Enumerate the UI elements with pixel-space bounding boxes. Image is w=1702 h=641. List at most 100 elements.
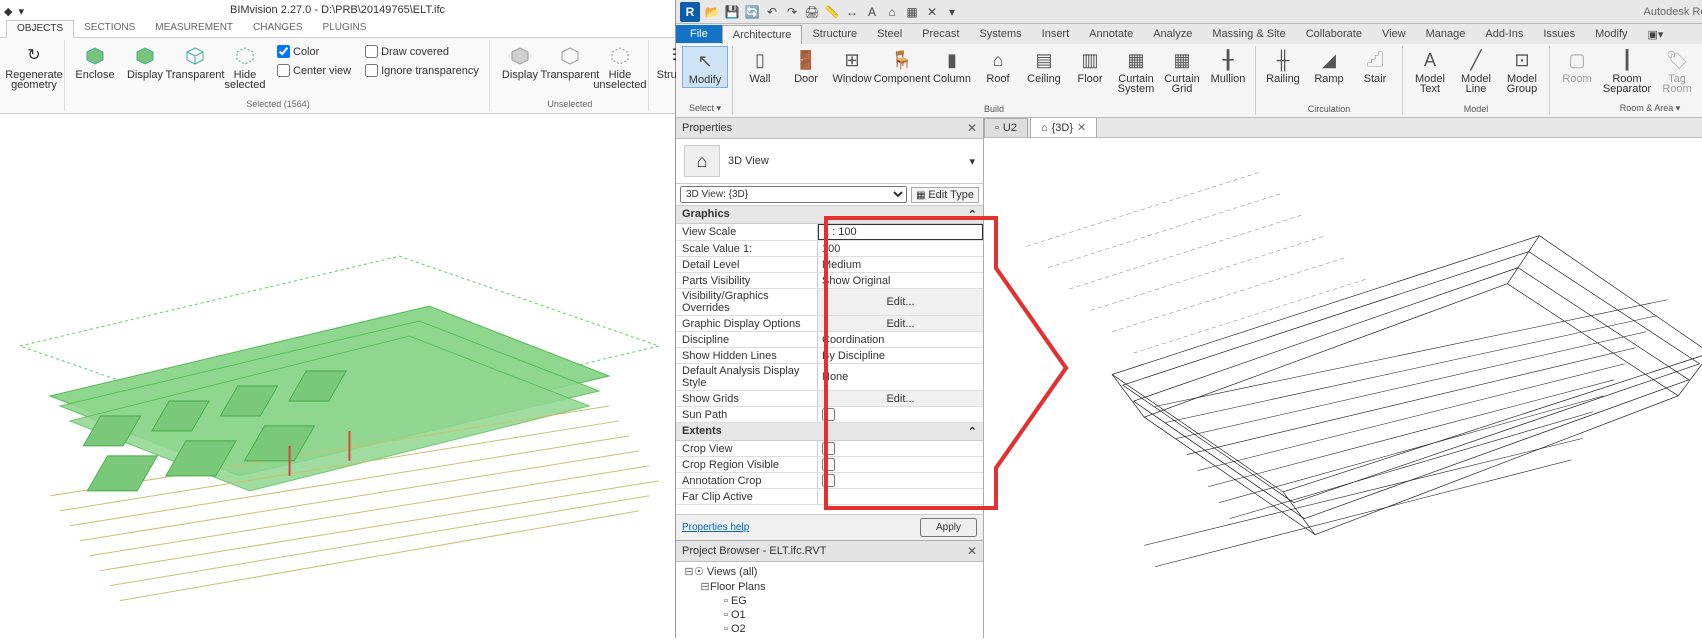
menu-addins[interactable]: Add-Ins — [1475, 25, 1533, 43]
curtainsys-button[interactable]: ▦Curtain System — [1113, 46, 1159, 96]
ramp-button[interactable]: ◢Ramp — [1306, 46, 1352, 86]
menu-massing[interactable]: Massing & Site — [1202, 25, 1295, 43]
modelline-button[interactable]: ╱Model Line — [1453, 46, 1499, 96]
val-cropview[interactable] — [818, 441, 983, 456]
tree-level-eg[interactable]: ▫ EG — [680, 594, 979, 608]
val-farclip[interactable] — [818, 489, 983, 504]
color-checkbox[interactable]: Color — [275, 44, 353, 59]
type-selector[interactable]: ⌂ 3D View ▾ — [676, 139, 983, 184]
tab-sections[interactable]: SECTIONS — [74, 20, 145, 37]
val-vg[interactable]: Edit... — [818, 289, 983, 315]
edit-type-button[interactable]: ▦ Edit Type — [911, 187, 979, 203]
tab-plugins[interactable]: PLUGINS — [313, 20, 377, 37]
undo-icon[interactable]: ↶ — [764, 4, 780, 20]
menu-structure[interactable]: Structure — [802, 25, 867, 43]
val-viewscale[interactable]: 1 : 100 — [818, 224, 983, 240]
roof-button[interactable]: ⌂Roof — [975, 46, 1021, 86]
enclose-button[interactable]: Enclose — [71, 42, 119, 82]
drawcovered-checkbox[interactable]: Draw covered — [363, 44, 481, 59]
menu-analyze[interactable]: Analyze — [1143, 25, 1202, 43]
3d-icon[interactable]: ⌂ — [884, 4, 900, 20]
menu-precast[interactable]: Precast — [912, 25, 969, 43]
menu-annotate[interactable]: Annotate — [1079, 25, 1143, 43]
val-gdo[interactable]: Edit... — [818, 316, 983, 331]
hide-sel-button[interactable]: Hide selected — [221, 42, 269, 92]
curtaingrid-button[interactable]: ▦Curtain Grid — [1159, 46, 1205, 96]
menu-modify[interactable]: Modify — [1585, 25, 1637, 43]
group-label-select[interactable]: Select ▾ — [682, 102, 728, 115]
switch-win-icon[interactable]: ▾ — [944, 4, 960, 20]
val-annocrop[interactable] — [818, 473, 983, 488]
door-button[interactable]: 🚪Door — [783, 46, 829, 86]
menu-collaborate[interactable]: Collaborate — [1296, 25, 1372, 43]
tagroom-button[interactable]: 🏷Tag Room — [1654, 46, 1700, 96]
val-parts[interactable]: Show Original — [818, 273, 983, 288]
tree-level-o2[interactable]: ▫ O2 — [680, 622, 979, 636]
menu-issues[interactable]: Issues — [1533, 25, 1585, 43]
menu-architecture[interactable]: Architecture — [722, 25, 803, 44]
hide-unsel-button[interactable]: Hide unselected — [596, 42, 644, 92]
val-sunpath[interactable] — [818, 407, 983, 422]
print-icon[interactable]: 🖨 — [804, 4, 820, 20]
apply-button[interactable]: Apply — [920, 518, 977, 537]
collapse-icon[interactable]: ⌃ — [968, 425, 977, 438]
tab-measurement[interactable]: MEASUREMENT — [145, 20, 243, 37]
wall-button[interactable]: ▯Wall — [737, 46, 783, 86]
modify-button[interactable]: ↖Modify — [682, 46, 728, 88]
menu-view[interactable]: View — [1372, 25, 1416, 43]
collapse-icon[interactable]: ⌃ — [968, 208, 977, 221]
val-discipline[interactable]: Coordination — [818, 332, 983, 347]
viewtab-u2[interactable]: ▫U2 — [984, 118, 1028, 137]
sync-icon[interactable]: 🔄 — [744, 4, 760, 20]
close-icon[interactable]: ✕ — [967, 544, 977, 558]
column-button[interactable]: ▮Column — [929, 46, 975, 86]
open-icon[interactable]: 📂 — [704, 4, 720, 20]
transparent-sel-button[interactable]: Transparent — [171, 42, 219, 82]
tab-changes[interactable]: CHANGES — [243, 20, 312, 37]
component-button[interactable]: 🪑Component — [875, 46, 929, 86]
val-cropregion[interactable] — [818, 457, 983, 472]
stair-button[interactable]: 𓊍Stair — [1352, 46, 1398, 86]
menu-steel[interactable]: Steel — [867, 25, 912, 43]
display-sel-button[interactable]: Display — [121, 42, 169, 82]
section-icon[interactable]: ▦ — [904, 4, 920, 20]
tab-objects[interactable]: OBJECTS — [6, 20, 74, 38]
val-detail[interactable]: Medium — [818, 257, 983, 272]
modelgroup-button[interactable]: ⊡Model Group — [1499, 46, 1545, 96]
val-dads[interactable]: None — [818, 364, 983, 390]
revit-3d-viewport[interactable] — [984, 138, 1702, 638]
menu-file[interactable]: File — [676, 25, 722, 43]
centerview-checkbox[interactable]: Center view — [275, 63, 353, 78]
tree-level-o1[interactable]: ▫ O1 — [680, 608, 979, 622]
roomsep-button[interactable]: ┃Room Separator — [1600, 46, 1654, 96]
val-grids[interactable]: Edit... — [818, 391, 983, 406]
close-icon[interactable]: ✕ — [1077, 121, 1086, 134]
tree-views[interactable]: ⊟☉ Views (all) — [680, 564, 979, 579]
viewtab-3d[interactable]: ⌂{3D}✕ — [1030, 118, 1097, 137]
dimension-icon[interactable]: ↔ — [844, 4, 860, 20]
tree-floorplans[interactable]: ⊟Floor Plans — [680, 579, 979, 594]
bimvision-3d-viewport[interactable] — [0, 114, 675, 638]
save-icon[interactable]: 💾 — [724, 4, 740, 20]
mullion-button[interactable]: ╂Mullion — [1205, 46, 1251, 86]
dropdown-icon[interactable]: ▾ — [18, 2, 24, 22]
redo-icon[interactable]: ↷ — [784, 4, 800, 20]
instance-selector[interactable]: 3D View: {3D} — [680, 186, 907, 203]
transparent-unsel-button[interactable]: Transparent — [546, 42, 594, 82]
val-shl[interactable]: By Discipline — [818, 348, 983, 363]
menu-finish-icon[interactable]: ▣▾ — [1638, 25, 1674, 44]
ignoretransp-checkbox[interactable]: Ignore transparency — [363, 63, 481, 78]
window-button[interactable]: ⊞Window — [829, 46, 875, 86]
floor-button[interactable]: ▥Floor — [1067, 46, 1113, 86]
railing-button[interactable]: ╫Railing — [1260, 46, 1306, 86]
text-icon[interactable]: A — [864, 4, 880, 20]
regenerate-button[interactable]: ↻ Regenerate geometry — [8, 42, 60, 92]
close-icon[interactable]: ✕ — [967, 121, 977, 135]
modeltext-button[interactable]: AModel Text — [1407, 46, 1453, 96]
measure-icon[interactable]: 📏 — [824, 4, 840, 20]
room-button[interactable]: ▢Room — [1554, 46, 1600, 86]
menu-insert[interactable]: Insert — [1032, 25, 1080, 43]
close-inactive-icon[interactable]: ✕ — [924, 4, 940, 20]
display-unsel-button[interactable]: Display — [496, 42, 544, 82]
ceiling-button[interactable]: ▤Ceiling — [1021, 46, 1067, 86]
